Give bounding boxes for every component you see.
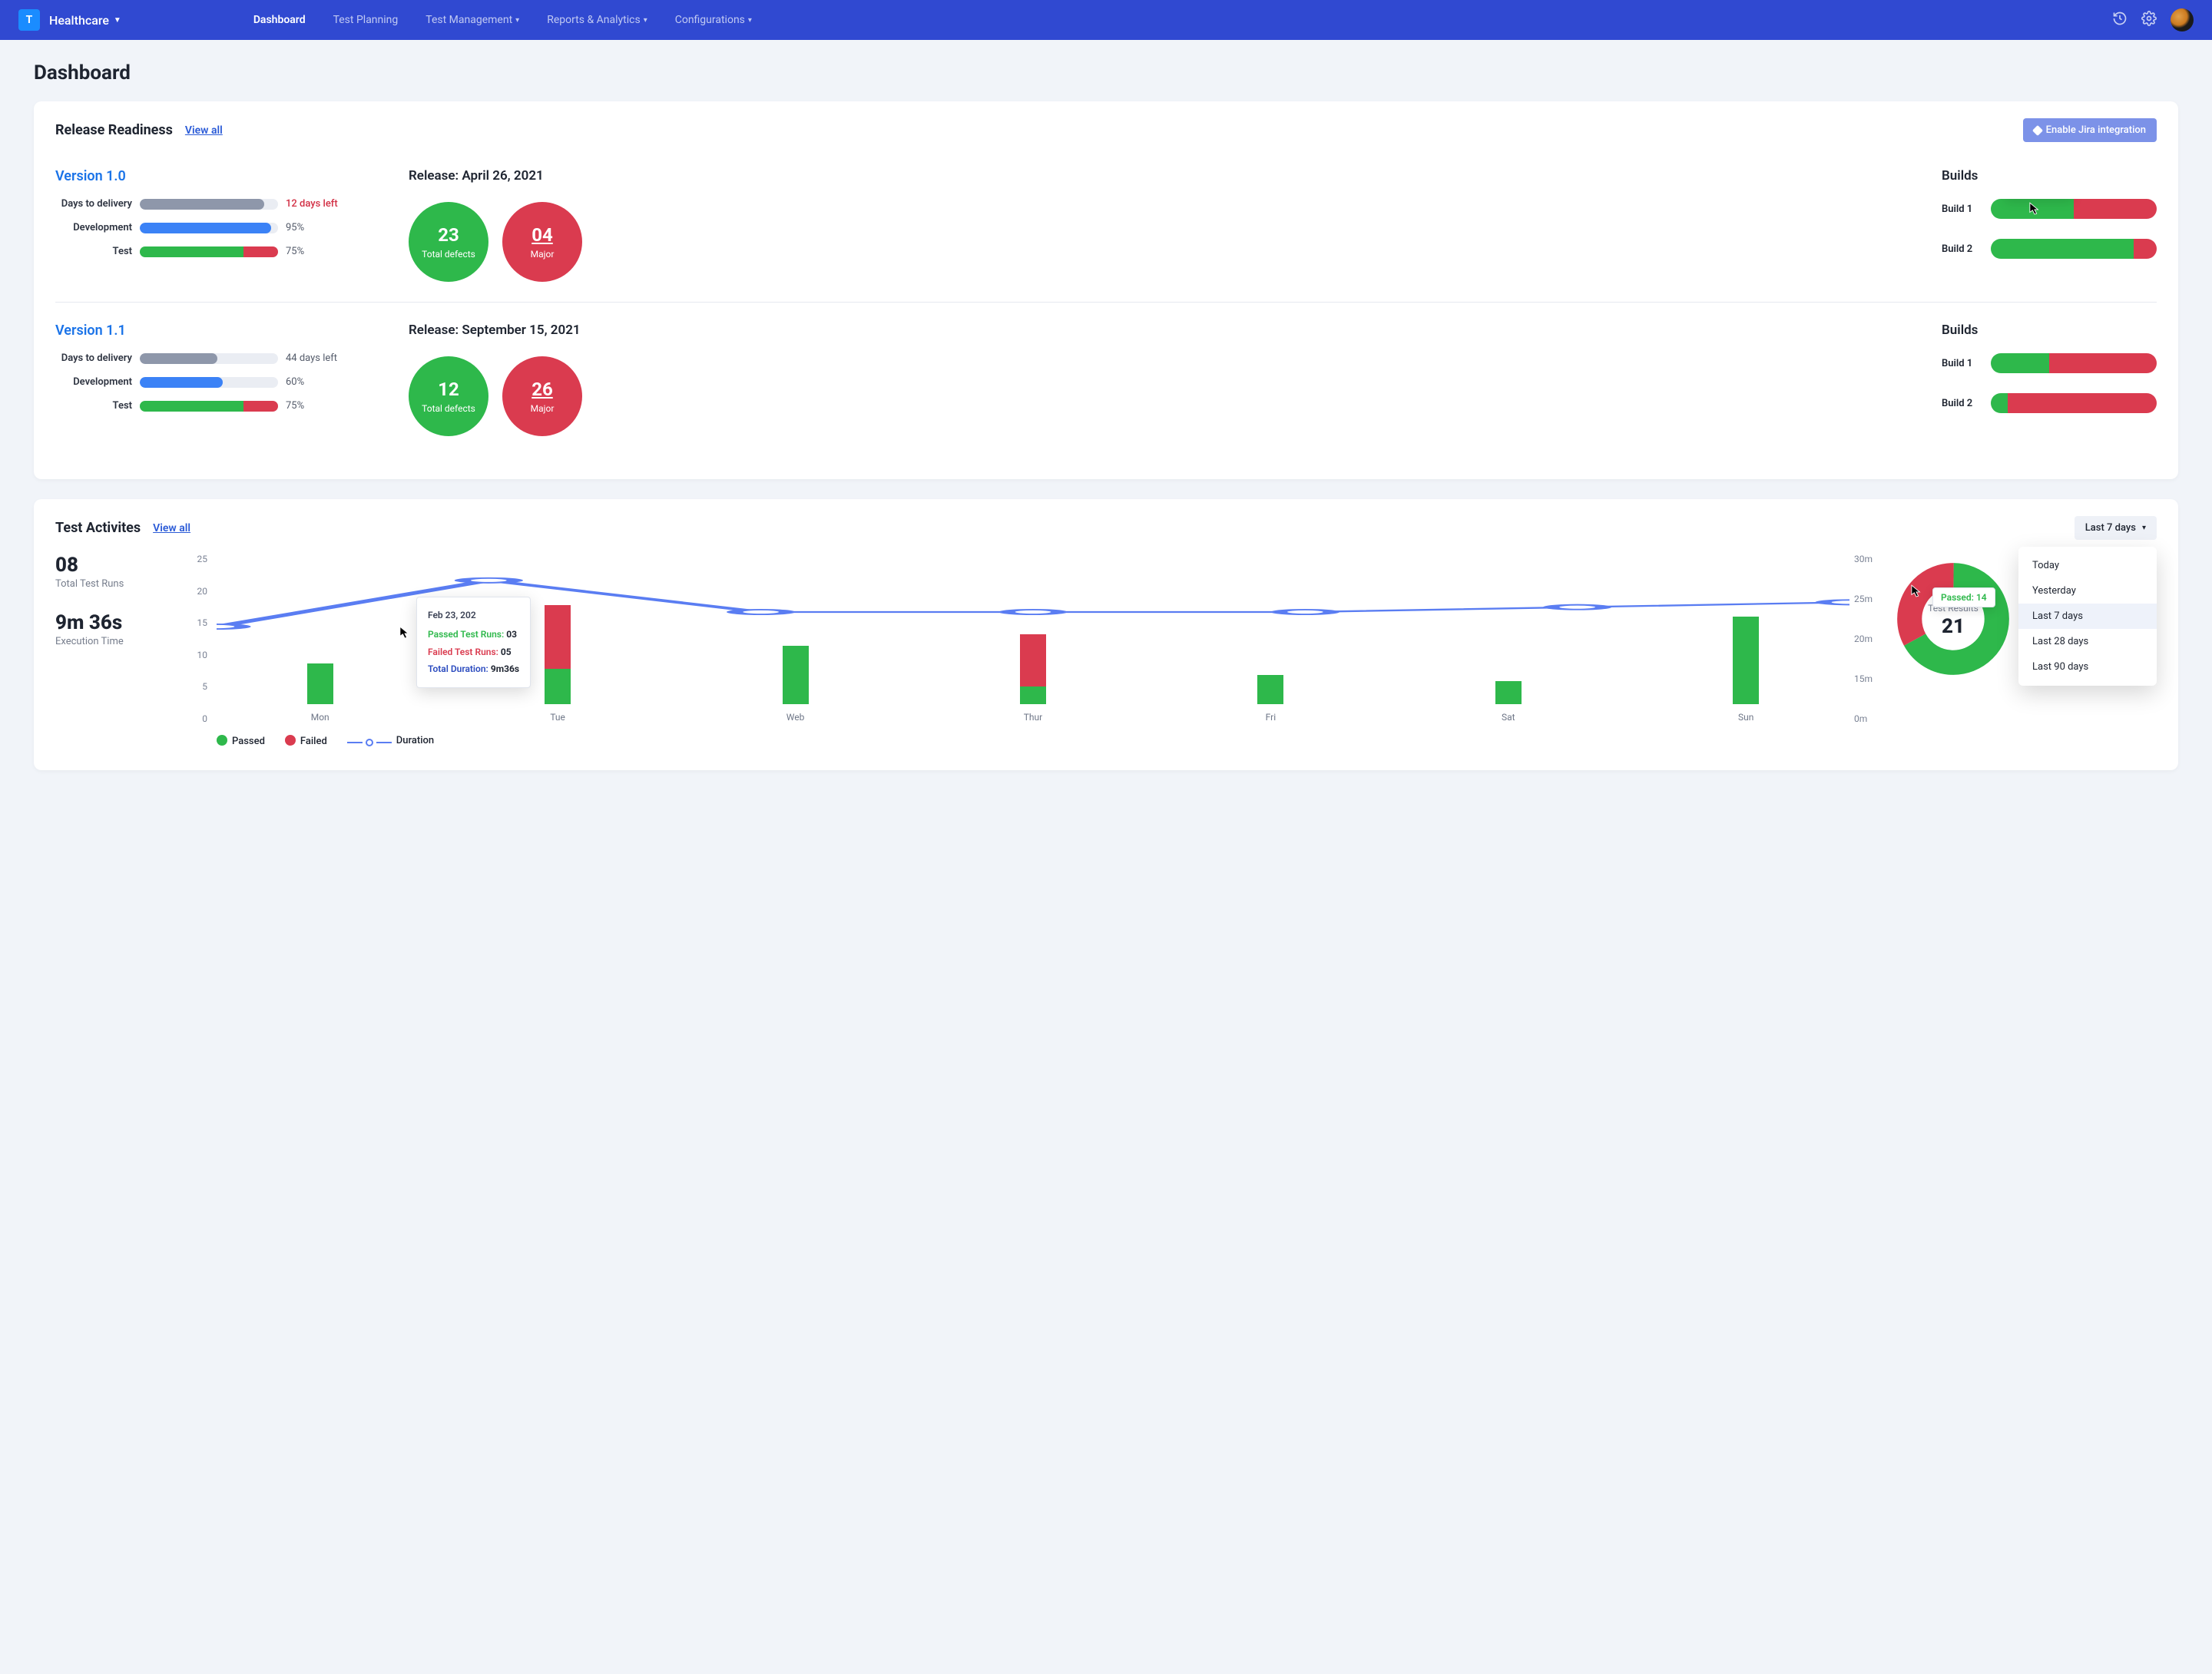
chevron-down-icon: ▾	[515, 16, 519, 25]
chart-column[interactable]: Web	[692, 558, 899, 723]
donut-test-results[interactable]: Test Results 21 Passed: 14	[1896, 561, 2011, 680]
build-pill[interactable]	[1991, 353, 2157, 373]
tab-reports-analytics[interactable]: Reports & Analytics ▾	[547, 14, 647, 26]
avatar[interactable]	[2171, 8, 2194, 31]
release-left: Version 1.1 Days to delivery 44 days lef…	[55, 323, 378, 436]
range-option[interactable]: Last 28 days	[2018, 629, 2157, 654]
progress-line: Test 75%	[55, 400, 378, 412]
range-option[interactable]: Yesterday	[2018, 578, 2157, 604]
total-runs-label: Total Test Runs	[55, 578, 171, 590]
build-pill[interactable]	[1991, 393, 2157, 413]
donut-tooltip: Passed: 14	[1932, 587, 1995, 607]
enable-jira-button[interactable]: Enable Jira integration	[2023, 118, 2157, 142]
progress-line: Development 60%	[55, 376, 378, 388]
execution-time-label: Execution Time	[55, 636, 171, 647]
chart-column[interactable]: Sun	[1643, 558, 1849, 723]
major-defects-circle[interactable]: 04Major	[502, 202, 582, 282]
gear-icon[interactable]	[2141, 11, 2157, 30]
nav-right	[2112, 8, 2194, 31]
build-line: Build 1	[1942, 353, 2157, 373]
major-defects-circle[interactable]: 26Major	[502, 356, 582, 436]
progress-line: Development 95%	[55, 222, 378, 233]
date-range-menu: TodayYesterdayLast 7 daysLast 28 daysLas…	[2018, 547, 2157, 686]
chart-legend: Passed Failed Duration	[217, 735, 1880, 747]
nav-tabs: Dashboard Test Planning Test Management …	[253, 14, 752, 26]
progress-bar[interactable]	[140, 401, 278, 412]
build-pill[interactable]: Passed: 50%	[1991, 199, 2157, 219]
progress-line: Test 75%	[55, 246, 378, 257]
builds-column: Builds Build 1 Build 2	[1942, 323, 2157, 436]
chart-column[interactable]: Sat	[1405, 558, 1611, 723]
total-runs-value: 08	[55, 554, 171, 577]
total-defects-circle[interactable]: 23Total defects	[409, 202, 488, 282]
history-icon[interactable]	[2112, 11, 2128, 30]
chevron-down-icon: ▼	[114, 16, 121, 25]
chart-column[interactable]: Mon	[217, 558, 423, 723]
project-name: Healthcare	[49, 13, 109, 28]
activity-chart[interactable]: 2520151050 30m25m20m15m0m Mon Tue Web Th…	[186, 554, 1880, 747]
total-defects-circle[interactable]: 12Total defects	[409, 356, 488, 436]
build-line: Build 2	[1942, 393, 2157, 413]
top-nav: T Healthcare ▼ Dashboard Test Planning T…	[0, 0, 2212, 40]
test-activities-title: Test Activites	[55, 520, 141, 536]
project-switcher[interactable]: Healthcare ▼	[49, 13, 121, 28]
tab-configurations[interactable]: Configurations ▾	[675, 14, 752, 26]
build-line: Build 1 Passed: 50%	[1942, 199, 2157, 219]
test-activities-card: Test Activites View all Last 7 days ▾ To…	[34, 499, 2178, 770]
tab-test-management[interactable]: Test Management ▾	[426, 14, 519, 26]
tab-test-planning[interactable]: Test Planning	[333, 14, 399, 26]
progress-line: Days to delivery 12 days left	[55, 198, 378, 210]
date-range-selector[interactable]: Last 7 days ▾ TodayYesterdayLast 7 daysL…	[2075, 516, 2157, 540]
release-readiness-card: Release Readiness View all Enable Jira i…	[34, 101, 2178, 479]
stats-column: 08 Total Test Runs 9m 36s Execution Time	[55, 554, 171, 669]
execution-time-value: 9m 36s	[55, 611, 171, 634]
chart-column[interactable]: Fri	[1167, 558, 1374, 723]
range-option[interactable]: Last 90 days	[2018, 654, 2157, 680]
chart-column[interactable]: Thur	[929, 558, 1136, 723]
range-option[interactable]: Today	[2018, 553, 2157, 578]
progress-line: Days to delivery 44 days left	[55, 352, 378, 364]
release-row: Version 1.0 Days to delivery 12 days lef…	[55, 156, 2157, 302]
app-logo-icon: T	[18, 9, 40, 31]
progress-bar[interactable]	[140, 377, 278, 388]
release-left: Version 1.0 Days to delivery 12 days lef…	[55, 168, 378, 282]
view-all-link[interactable]: View all	[185, 124, 223, 137]
chevron-down-icon: ▾	[644, 16, 647, 25]
tab-dashboard[interactable]: Dashboard	[253, 14, 306, 26]
release-center: Release: September 15, 2021 12Total defe…	[409, 323, 1911, 436]
progress-bar[interactable]	[140, 246, 278, 257]
build-pill[interactable]	[1991, 239, 2157, 259]
activities-view-all-link[interactable]: View all	[153, 522, 190, 534]
build-line: Build 2	[1942, 239, 2157, 259]
version-link[interactable]: Version 1.1	[55, 323, 378, 339]
jira-diamond-icon	[2032, 124, 2043, 135]
progress-bar[interactable]	[140, 353, 278, 364]
page-title: Dashboard	[34, 61, 2178, 84]
release-readiness-title: Release Readiness	[55, 122, 173, 138]
version-link[interactable]: Version 1.0	[55, 168, 378, 184]
chevron-down-icon: ▾	[2142, 524, 2146, 532]
release-row: Version 1.1 Days to delivery 44 days lef…	[55, 302, 2157, 456]
progress-bar[interactable]	[140, 223, 278, 233]
chevron-down-icon: ▾	[748, 16, 752, 25]
builds-column: Builds Build 1 Passed: 50% Build 2	[1942, 168, 2157, 282]
range-option[interactable]: Last 7 days	[2018, 604, 2157, 629]
release-center: Release: April 26, 2021 23Total defects …	[409, 168, 1911, 282]
chart-tooltip: Feb 23, 202 Passed Test Runs: 03 Failed …	[416, 597, 531, 688]
progress-bar[interactable]	[140, 199, 278, 210]
